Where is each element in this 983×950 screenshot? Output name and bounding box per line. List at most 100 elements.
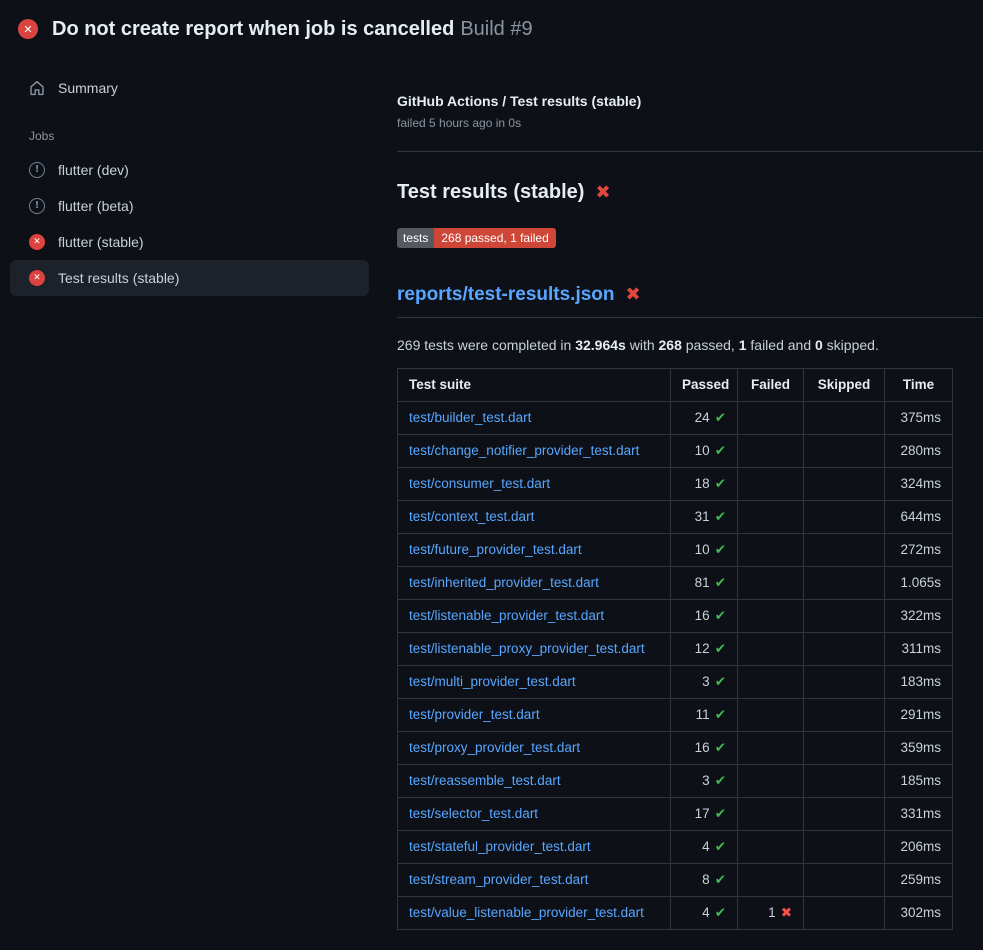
- check-icon: ✔: [715, 443, 726, 459]
- suite-link[interactable]: test/stateful_provider_test.dart: [409, 839, 591, 854]
- passed-cell: 12✔: [671, 633, 738, 666]
- failed-cell: [738, 633, 804, 666]
- suite-link[interactable]: test/change_notifier_provider_test.dart: [409, 443, 639, 458]
- table-row: test/listenable_provider_test.dart 16✔ 3…: [398, 600, 953, 633]
- check-icon: ✔: [715, 575, 726, 591]
- test-table-body: test/builder_test.dart 24✔ 375ms test/ch…: [398, 402, 953, 930]
- table-row: test/value_listenable_provider_test.dart…: [398, 897, 953, 930]
- passed-cell: 16✔: [671, 600, 738, 633]
- table-row: test/multi_provider_test.dart 3✔ 183ms: [398, 666, 953, 699]
- check-icon: ✔: [715, 641, 726, 657]
- column-header-skipped: Skipped: [804, 369, 885, 402]
- skipped-cell: [804, 633, 885, 666]
- suite-link[interactable]: test/reassemble_test.dart: [409, 773, 561, 788]
- tests-badge: tests 268 passed, 1 failed: [397, 228, 556, 248]
- section-title: Test results (stable) ✖: [397, 181, 983, 204]
- job-cancelled-icon: !: [29, 162, 45, 178]
- time-cell: 272ms: [885, 534, 953, 567]
- suite-link[interactable]: test/multi_provider_test.dart: [409, 674, 576, 689]
- time-cell: 375ms: [885, 402, 953, 435]
- passed-cell: 31✔: [671, 501, 738, 534]
- table-row: test/consumer_test.dart 18✔ 324ms: [398, 468, 953, 501]
- failed-cell: [738, 765, 804, 798]
- suite-link[interactable]: test/future_provider_test.dart: [409, 542, 582, 557]
- badge-label: tests: [397, 228, 434, 248]
- suite-link[interactable]: test/proxy_provider_test.dart: [409, 740, 580, 755]
- passed-cell: 24✔: [671, 402, 738, 435]
- check-icon: ✔: [715, 839, 726, 855]
- skipped-cell: [804, 468, 885, 501]
- check-icon: ✔: [715, 905, 726, 921]
- failed-cell: [738, 600, 804, 633]
- check-icon: ✔: [715, 476, 726, 492]
- skipped-cell: [804, 699, 885, 732]
- time-cell: 185ms: [885, 765, 953, 798]
- time-cell: 644ms: [885, 501, 953, 534]
- skipped-cell: [804, 798, 885, 831]
- failed-cell: [738, 666, 804, 699]
- breadcrumb: GitHub Actions / Test results (stable): [397, 93, 983, 109]
- time-cell: 331ms: [885, 798, 953, 831]
- sidebar-item-test-results-stable[interactable]: ✕ Test results (stable): [10, 260, 369, 296]
- passed-cell: 4✔: [671, 831, 738, 864]
- suite-link[interactable]: test/provider_test.dart: [409, 707, 540, 722]
- table-row: test/change_notifier_provider_test.dart …: [398, 435, 953, 468]
- sidebar-item-flutter-dev[interactable]: ! flutter (dev): [10, 152, 369, 188]
- table-row: test/reassemble_test.dart 3✔ 185ms: [398, 765, 953, 798]
- column-header-failed: Failed: [738, 369, 804, 402]
- check-icon: ✔: [715, 608, 726, 624]
- run-status-line: failed 5 hours ago in 0s: [397, 116, 983, 130]
- page-title: Do not create report when job is cancell…: [52, 15, 533, 43]
- suite-link[interactable]: test/value_listenable_provider_test.dart: [409, 905, 644, 920]
- column-header-passed: Passed: [671, 369, 738, 402]
- check-icon: ✔: [715, 872, 726, 888]
- suite-link[interactable]: test/listenable_proxy_provider_test.dart: [409, 641, 645, 656]
- check-icon: ✔: [715, 542, 726, 558]
- report-heading: reports/test-results.json ✖: [397, 284, 983, 318]
- time-cell: 291ms: [885, 699, 953, 732]
- table-row: test/builder_test.dart 24✔ 375ms: [398, 402, 953, 435]
- sidebar-item-flutter-stable[interactable]: ✕ flutter (stable): [10, 224, 369, 260]
- job-failed-icon: ✕: [29, 270, 45, 286]
- suite-link[interactable]: test/stream_provider_test.dart: [409, 872, 588, 887]
- table-row: test/proxy_provider_test.dart 16✔ 359ms: [398, 732, 953, 765]
- suite-link[interactable]: test/selector_test.dart: [409, 806, 538, 821]
- sidebar-item-summary[interactable]: Summary: [10, 70, 369, 106]
- suite-link[interactable]: test/builder_test.dart: [409, 410, 531, 425]
- skipped-cell: [804, 501, 885, 534]
- skipped-cell: [804, 831, 885, 864]
- skipped-cell: [804, 765, 885, 798]
- check-icon: ✔: [715, 410, 726, 426]
- test-results-table: Test suite Passed Failed Skipped Time te…: [397, 368, 953, 930]
- passed-cell: 3✔: [671, 765, 738, 798]
- failed-cell: [738, 732, 804, 765]
- sidebar: Summary Jobs ! flutter (dev) ! flutter (…: [0, 56, 381, 296]
- suite-link[interactable]: test/inherited_provider_test.dart: [409, 575, 599, 590]
- sidebar-item-label: flutter (beta): [58, 198, 133, 214]
- passed-cell: 3✔: [671, 666, 738, 699]
- check-icon: ✔: [715, 740, 726, 756]
- failed-cell: [738, 468, 804, 501]
- home-icon: [29, 80, 45, 96]
- time-cell: 206ms: [885, 831, 953, 864]
- main-content: GitHub Actions / Test results (stable) f…: [381, 56, 983, 930]
- build-failed-status-icon: ✕: [18, 19, 38, 39]
- failed-cell: [738, 567, 804, 600]
- table-row: test/inherited_provider_test.dart 81✔ 1.…: [398, 567, 953, 600]
- check-icon: ✔: [715, 674, 726, 690]
- passed-cell: 8✔: [671, 864, 738, 897]
- build-number: Build #9: [460, 18, 532, 40]
- report-link[interactable]: reports/test-results.json: [397, 284, 615, 306]
- suite-link[interactable]: test/listenable_provider_test.dart: [409, 608, 604, 623]
- skipped-cell: [804, 600, 885, 633]
- skipped-cell: [804, 864, 885, 897]
- build-title: Do not create report when job is cancell…: [52, 18, 454, 40]
- suite-link[interactable]: test/consumer_test.dart: [409, 476, 550, 491]
- table-row: test/future_provider_test.dart 10✔ 272ms: [398, 534, 953, 567]
- sidebar-item-label: Summary: [58, 80, 118, 96]
- x-icon: ✖: [781, 905, 792, 921]
- sidebar-item-label: flutter (stable): [58, 234, 144, 250]
- suite-link[interactable]: test/context_test.dart: [409, 509, 534, 524]
- column-header-test-suite: Test suite: [398, 369, 671, 402]
- sidebar-item-flutter-beta[interactable]: ! flutter (beta): [10, 188, 369, 224]
